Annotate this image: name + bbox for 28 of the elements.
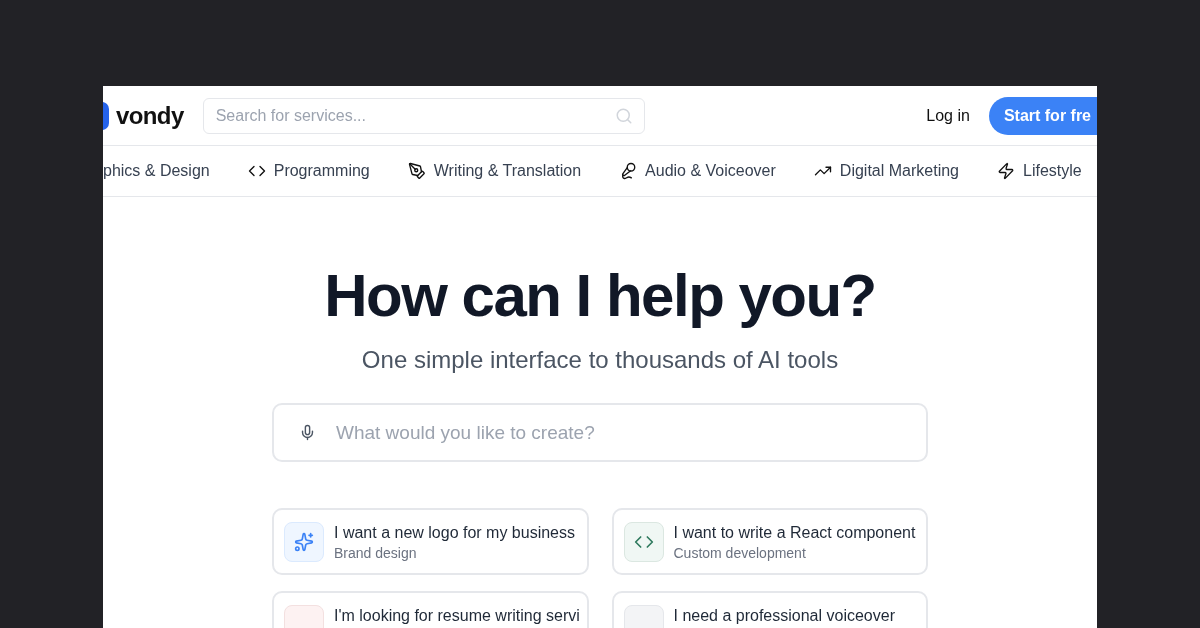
suggestion-title: I'm looking for resume writing servi (334, 606, 580, 626)
brand-logo[interactable]: vondy (116, 97, 184, 134)
suggestion-subtitle: Brand design (334, 544, 418, 562)
hero-title: How can I help you? (324, 264, 876, 328)
microphone-icon[interactable] (619, 162, 638, 180)
start-button[interactable]: Start for fre (988, 96, 1097, 135)
category-link[interactable]: Lifestyle (1023, 159, 1082, 183)
login-link[interactable]: Log in (926, 103, 970, 128)
lightning-icon[interactable] (997, 162, 1015, 180)
suggestion-title: I need a professional voiceover (673, 606, 895, 626)
microphone-icon[interactable] (299, 424, 316, 441)
suggestion-card[interactable]: I want to write a React component Custom development (611, 508, 928, 575)
suggestion-title: I want to write a React component (673, 523, 916, 543)
hero-subtitle: One simple interface to thousands of AI tools (361, 345, 839, 375)
category-link[interactable]: Writing & Translation (433, 159, 582, 183)
category-link[interactable]: Programming (273, 159, 370, 183)
suggestion-card[interactable]: I'm looking for resume writing servi (272, 591, 589, 628)
category-link[interactable]: phics & Design (103, 159, 210, 183)
pen-icon[interactable] (407, 162, 426, 180)
prompt-field[interactable]: What would you like to create? (272, 403, 928, 462)
sparkles-icon (294, 532, 314, 552)
category-link[interactable]: Audio & Voiceover (645, 159, 776, 183)
suggestion-card[interactable]: I need a professional voiceover (611, 591, 928, 628)
search-field[interactable]: Search for services... (202, 97, 645, 134)
suggestion-title: I want a new logo for my business (334, 523, 575, 543)
suggestion-card[interactable]: I want a new logo for my business Brand design (272, 508, 589, 575)
category-link[interactable]: Digital Marketing (839, 159, 959, 183)
suggestion-subtitle: Custom development (673, 544, 807, 562)
